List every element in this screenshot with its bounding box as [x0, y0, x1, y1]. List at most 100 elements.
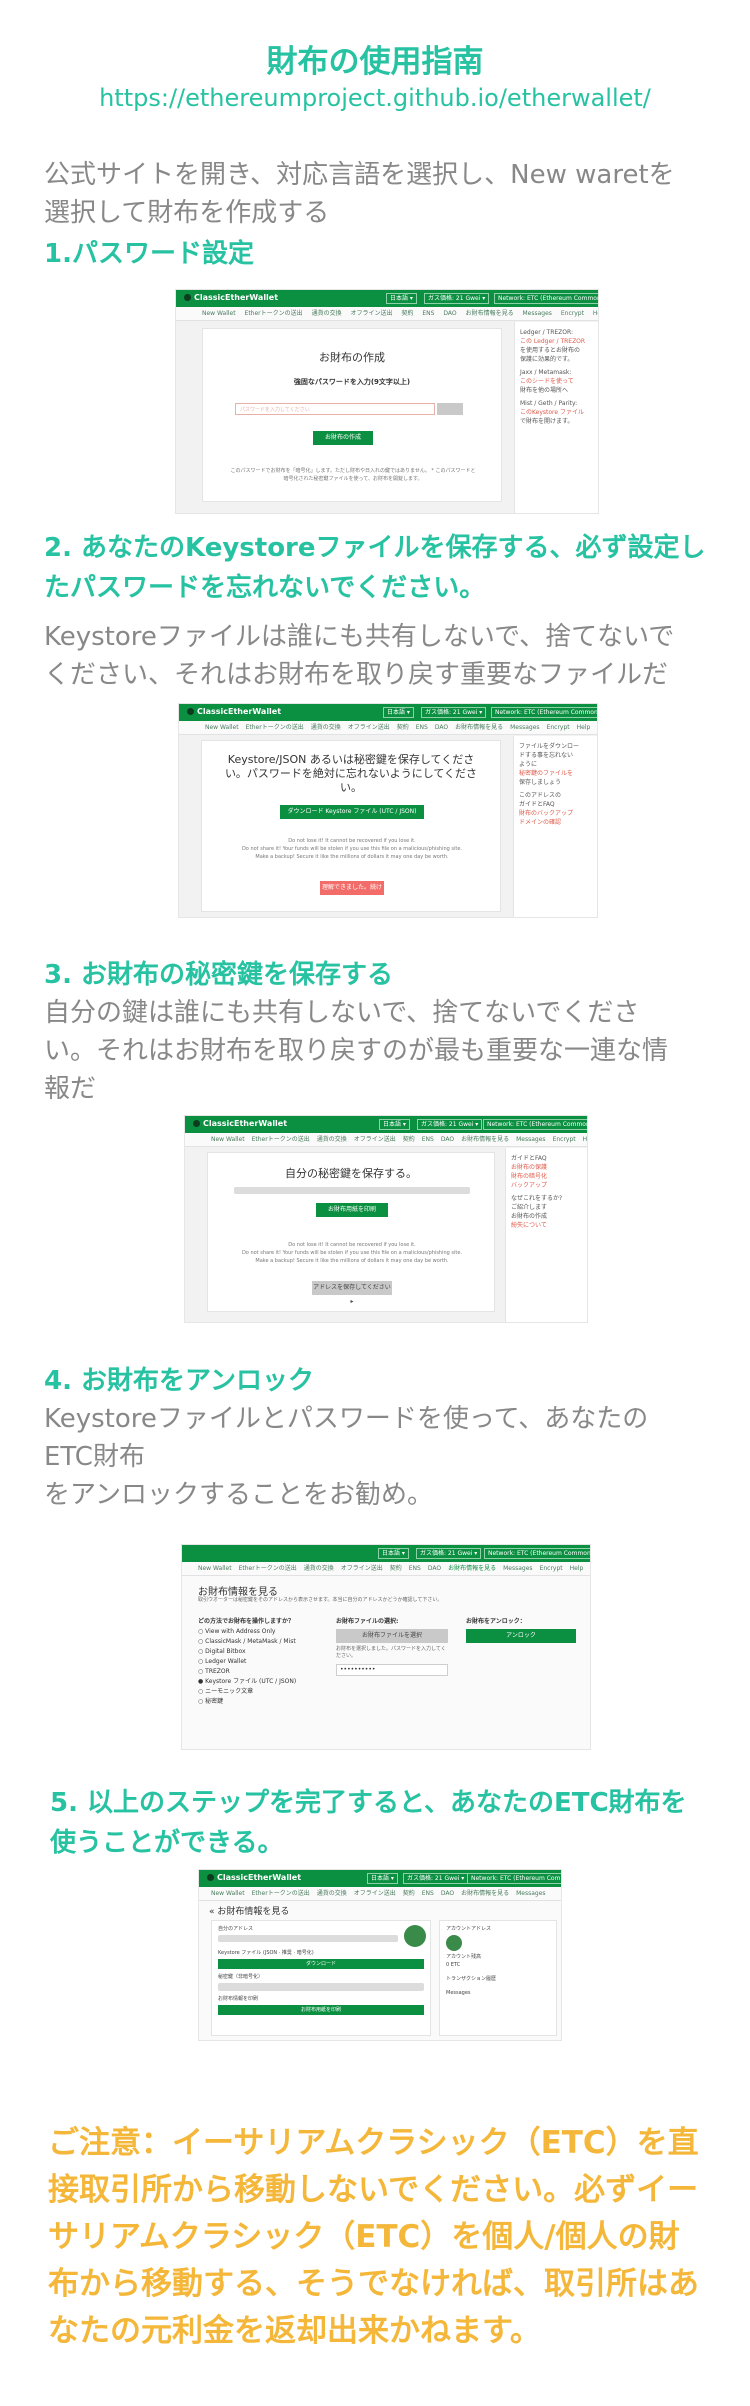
view-wallet-desc: 取引ウオーターは秘密鍵をそのアドレスから表示させます。本当に自分のアドレスかどう…: [198, 1597, 443, 1603]
step4-heading: 4. お財布をアンロック: [44, 1366, 314, 1396]
app-nav: New Wallet Etherトークンの送出 通貨の交換 オフライン送出 契約…: [176, 307, 598, 321]
account-identicon: [446, 1935, 462, 1951]
nav-messages[interactable]: Messages: [523, 310, 552, 317]
private-key-value: [234, 1187, 470, 1194]
radio-option-selected[interactable]: ● Keystore ファイル (UTC / JSON): [198, 1677, 318, 1687]
gas-price-select[interactable]: ガス価格: 21 Gwei ▾: [417, 1119, 483, 1130]
view-wallet-title: お財布情報を見る: [198, 1587, 278, 1598]
app-nav: New Wallet Etherトークンの送出 通貨の交換 オフライン送出 契約 ENS D…: [199, 1887, 561, 1901]
app-nav: New Wallet Etherトークンの送出 通貨の交換 オフライン送出 契約 ENS D…: [185, 1133, 587, 1147]
screenshot-unlock-wallet: 日本語 ▾ ガス価格: 21 Gwei ▾ Network: ETC (Ethe…: [181, 1544, 591, 1750]
private-key-sidebar: ガイドとFAQ お財布の保護 財布の暗号化 バックアップ なぜこれをするか? ご…: [505, 1148, 587, 1322]
select-file-button[interactable]: お財布ファイルを選択: [336, 1629, 448, 1643]
create-wallet-title: お財布の作成: [319, 351, 385, 364]
select-file-section: お財布ファイルの選択: お財布ファイルを選択 お財布を選択しました。パスワードを…: [336, 1617, 448, 1676]
save-keystore-card: Keystore/JSON あるいは秘密鍵を保存してくださ い。パスワードを絶対…: [201, 740, 501, 912]
radio-option[interactable]: ○ Digital Bitbox: [198, 1647, 318, 1657]
save-keystore-sidebar: ファイルをダウンロー ドする事を忘れない ように 秘密鍵のファイルを 保存しまし…: [513, 736, 597, 917]
app-logo: ClassicEtherWallet: [184, 293, 278, 302]
language-select[interactable]: 日本語 ▾: [379, 1119, 410, 1130]
step1-heading: 1.パスワード設定: [44, 239, 254, 269]
radio-option[interactable]: ○ TREZOR: [198, 1667, 318, 1677]
app-logo: ClassicEtherWallet: [187, 707, 281, 716]
private-key-title: 自分の秘密鍵を保存する。: [285, 1167, 417, 1180]
nav-offline[interactable]: オフライン送出: [351, 310, 393, 317]
save-keystore-title: Keystore/JSON あるいは秘密鍵を保存してくださ い。パスワードを絶対…: [224, 753, 478, 794]
step2-body: Keystoreファイルは誰にも共有しないで、捨てないで ください、それはお財布…: [44, 622, 675, 690]
download-keystore-button[interactable]: ダウンロード Keystore ファイル (UTC / JSON): [280, 805, 424, 819]
nav-swap[interactable]: 通貨の交換: [312, 310, 342, 317]
create-wallet-card: お財布の作成 強固なパスワードを入力(9文字以上) パスワードを入力してください…: [202, 328, 502, 502]
unlock-section: お財布をアンロック： アンロック: [466, 1617, 576, 1643]
save-address-button[interactable]: アドレスを保存してください ▸: [312, 1281, 392, 1305]
page-title: 財布の使用指南: [266, 44, 484, 80]
official-url-link[interactable]: https://ethereumproject.github.io/etherw…: [0, 84, 750, 112]
print-wallet-button[interactable]: お財布用紙を印刷: [218, 2005, 424, 2015]
screenshot-save-private-key: ClassicEtherWallet 日本語 ▾ ガス価格: 21 Gwei ▾…: [184, 1115, 588, 1323]
nav-ens[interactable]: ENS: [422, 310, 434, 317]
app-header: ClassicEtherWallet 日本語 ▾ ガス価格: 21 Gwei ▾…: [185, 1116, 587, 1133]
radio-option[interactable]: ○ ニーモニック文章: [198, 1687, 318, 1697]
radio-option[interactable]: ○ View with Address Only: [198, 1627, 318, 1637]
language-select[interactable]: 日本語 ▾: [367, 1873, 398, 1884]
app-nav: New Wallet Etherトークンの送出 通貨の交換 オフライン送出 契約 ENS D…: [179, 721, 597, 735]
identicon-avatar: [404, 1925, 426, 1947]
nav-dao[interactable]: DAO: [443, 310, 456, 317]
download-keystore-button[interactable]: ダウンロード: [218, 1959, 424, 1969]
password-note: このパスワードでお財布を「暗号化」します。ただし財布や日入れの鍵ではありません。…: [230, 468, 476, 482]
app-header: ClassicEtherWallet 日本語 ▾ ガス価格: 21 Gwei ▾…: [179, 704, 597, 721]
app-logo: ClassicEtherWallet: [207, 1873, 301, 1882]
app-header: ClassicEtherWallet 日本語 ▾ ガス価格: 21 Gwei ▾…: [199, 1870, 561, 1887]
wallet-info-title: « お財布情報を見る: [209, 1907, 290, 1917]
network-select[interactable]: Network: ETC (Ethereum Commonwealth Pari…: [484, 1548, 590, 1559]
gas-price-select[interactable]: ガス価格: 21 Gwei ▾: [421, 707, 487, 718]
nav-encrypt[interactable]: Encrypt: [561, 310, 584, 317]
password-input[interactable]: パスワードを入力してください: [235, 403, 435, 415]
access-method-list: どの方法でお財布を操作しますか？ ○ View with Address Onl…: [198, 1617, 318, 1707]
network-select[interactable]: Network: ETC (Ethereum Commonwealth Pari…: [491, 707, 597, 718]
app-nav: New Wallet Etherトークンの送出 通貨の交換 オフライン送出 契約 ENS D…: [182, 1562, 590, 1576]
radio-option[interactable]: ○ 秘密鍵: [198, 1697, 318, 1707]
app-header: 日本語 ▾ ガス価格: 21 Gwei ▾ Network: ETC (Ethe…: [182, 1545, 590, 1562]
password-hint: お財布を選択しました。パスワードを入力してください。: [336, 1646, 446, 1659]
screenshot-wallet-info: ClassicEtherWallet 日本語 ▾ ガス価格: 21 Gwei ▾…: [198, 1869, 562, 2041]
nav-help[interactable]: Help: [593, 310, 598, 317]
gas-price-select[interactable]: ガス価格: 21 Gwei ▾: [403, 1873, 469, 1884]
step4-body: Keystoreファイルとパスワードを使って、あなたの ETC財布 をアンロック…: [44, 1404, 649, 1510]
nav-send-ether[interactable]: Etherトークンの送出: [245, 310, 303, 317]
network-select[interactable]: Network: ETC (Ethereum Commonwealth Pari…: [483, 1119, 587, 1130]
account-sidebar: アカウントアドレス アカウント残高 0 ETC トランザクション履歴 Messa…: [439, 1920, 557, 2036]
language-select[interactable]: 日本語 ▾: [386, 293, 417, 304]
step2-heading: 2. あなたのKeystoreファイルを保存する、必ず設定し たパスワードを忘れ…: [44, 533, 706, 603]
unlock-button[interactable]: アンロック: [466, 1629, 576, 1643]
step3-heading: 3. お財布の秘密鍵を保存する: [44, 960, 394, 990]
print-wallet-button[interactable]: お財布用紙を印刷: [316, 1203, 388, 1217]
network-select[interactable]: Network: ETC (Ethereum Commonwealth Pari…: [494, 293, 598, 304]
radio-option[interactable]: ○ ClassicMask / MetaMask / Mist: [198, 1637, 318, 1647]
private-key-warnings: Do not lose it! It cannot be recovered i…: [241, 1242, 463, 1264]
wallet-password-input[interactable]: ••••••••••: [336, 1664, 448, 1676]
intro-line-2: 選択して財布を作成する: [44, 198, 330, 228]
language-select[interactable]: 日本語 ▾: [378, 1548, 409, 1559]
nav-view-wallet[interactable]: お財布情報を見る: [466, 310, 514, 317]
radio-option[interactable]: ○ Ledger Wallet: [198, 1657, 318, 1667]
password-label: 強固なパスワードを入力(9文字以上): [293, 378, 411, 386]
step3-body: 自分の鍵は誰にも共有しないで、捨てないでくださ い。それはお財布を取り戻すのが最…: [44, 998, 669, 1104]
create-wallet-sidebar: Ledger / TREZOR: この Ledger / TREZOR を使用す…: [514, 322, 598, 513]
language-select[interactable]: 日本語 ▾: [383, 707, 414, 718]
create-wallet-button[interactable]: お財布の作成: [313, 431, 373, 445]
warning-notice: ご注意：イーサリアムクラシック（ETC）を直 接取引所から移動しないでください。…: [48, 2125, 699, 2349]
wallet-address-value: [218, 1935, 398, 1942]
nav-new-wallet[interactable]: New Wallet: [202, 310, 236, 317]
nav-contracts[interactable]: 契約: [401, 310, 413, 317]
intro-line-1: 公式サイトを開き、対応言語を選択し、New waretを: [44, 160, 675, 190]
show-password-toggle[interactable]: [437, 403, 463, 415]
wallet-info-card: 自分のアドレス Keystore ファイル (JSON · 推奨 · 暗号化) …: [211, 1920, 431, 2036]
network-select[interactable]: Network: ETC (Ethereum Commonwealth Pari…: [467, 1873, 561, 1884]
step5-heading: 5. 以上のステップを完了すると、あなたのETC財布を 使うことができる。: [50, 1788, 687, 1858]
gas-price-select[interactable]: ガス価格: 21 Gwei ▾: [416, 1548, 482, 1559]
screenshot-create-wallet: ClassicEtherWallet 日本語 ▾ ガス価格: 21 Gwei ▾…: [175, 289, 599, 514]
app-header: ClassicEtherWallet 日本語 ▾ ガス価格: 21 Gwei ▾…: [176, 290, 598, 307]
gas-price-select[interactable]: ガス価格: 21 Gwei ▾: [424, 293, 490, 304]
continue-button[interactable]: 理解できました。続けます。: [320, 881, 384, 905]
